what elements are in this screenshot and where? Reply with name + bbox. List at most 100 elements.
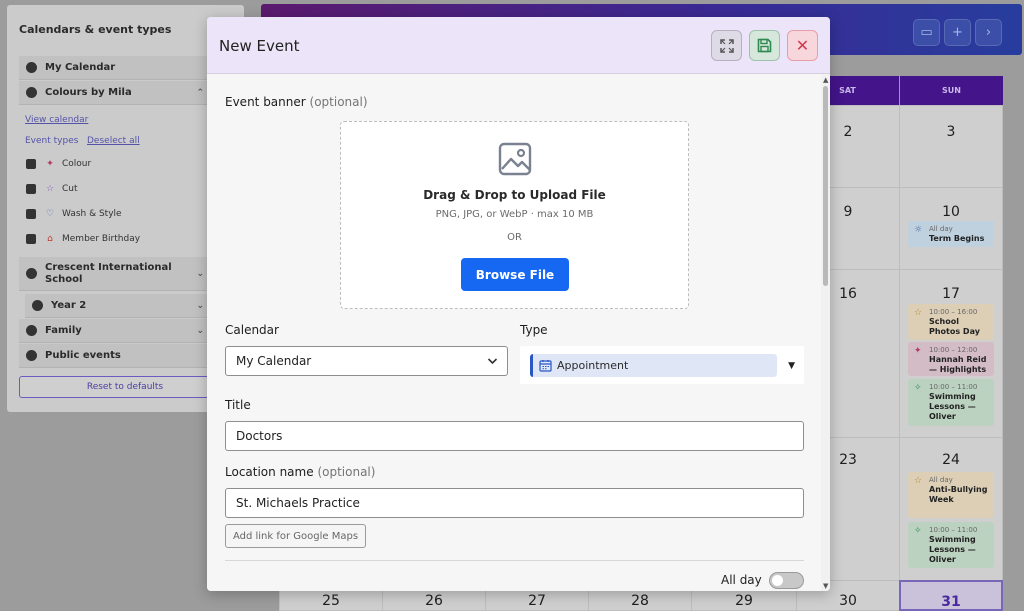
calendar-event[interactable]: ✧ 10:00 – 11:00 Swimming Lessons — Olive… [908,522,994,568]
or-separator: OR [507,232,522,243]
heart-icon: ♡ [45,209,55,219]
close-button[interactable]: ✕ [787,30,818,61]
event-type-label: Member Birthday [62,234,141,244]
sidebar-item-label: Crescent International School [45,261,172,285]
swim-icon: ✧ [914,383,922,393]
sidebar-item-year-2[interactable]: Year 2 ⌄ [25,294,212,318]
upload-hint: PNG, JPG, or WebP · max 10 MB [435,209,594,220]
check-circle-icon [26,350,37,361]
calendar-event[interactable]: ✧ 10:00 – 11:00 Swimming Lessons — Olive… [908,379,994,426]
sidebar-item-crescent-school[interactable]: Crescent International School ⌄ [19,257,212,291]
day-number: 24 [942,452,960,468]
event-type-wash-style[interactable]: ♡ Wash & Style [26,205,122,223]
checkbox[interactable] [26,159,36,169]
location-label: Location name (optional) [225,465,375,479]
calendar-event[interactable]: ☆ All day Anti-Bullying Week [908,472,994,518]
scroll-up-icon[interactable]: ▲ [823,76,828,84]
calendar-day-cell[interactable]: 24 ☆ All day Anti-Bullying Week ✧ 10:00 … [899,437,1003,581]
calendar-event[interactable]: ✦ 10:00 – 12:00 Hannah Reid — Highlights [908,342,994,376]
day-number: 26 [425,593,443,609]
label-text: Location name [225,465,314,479]
sidebar-item-label: Public events [45,350,121,361]
save-button[interactable] [749,30,780,61]
event-type-cut[interactable]: ☆ Cut [26,180,78,198]
day-number: 31 [941,594,961,610]
event-name: Anti-Bullying Week [929,485,988,504]
sparkle-icon: ✦ [46,159,54,169]
chevron-right-icon[interactable]: › [975,19,1002,46]
day-number: 30 [839,593,857,609]
day-number: 10 [942,204,960,220]
sidebar-item-family[interactable]: Family ⌄ [19,319,212,343]
event-name: School Photos Day [929,317,980,336]
expand-button[interactable] [711,30,742,61]
calendar-day-cell[interactable]: 17 ☆ 10:00 – 16:00 School Photos Day ✦ 1… [899,269,1003,438]
event-time: All day [929,225,953,233]
scrollbar[interactable]: ▲ ▼ [821,74,830,591]
file-dropzone[interactable]: Drag & Drop to Upload File PNG, JPG, or … [340,121,689,309]
scroll-down-icon[interactable]: ▼ [823,582,828,590]
calendar-select-value: My Calendar [236,354,312,368]
sidebar-item-public-events[interactable]: Public events [19,344,212,368]
check-circle-icon [26,62,37,73]
calendar-day-cell[interactable]: 10 ☼ All day Term Begins [899,187,1003,270]
sidebar-item-label: Family [45,325,82,336]
deselect-all-link[interactable]: Deselect all [87,136,140,146]
chevron-up-icon[interactable]: ⌃ [196,88,204,98]
title-label: Title [225,398,251,412]
chevron-down-icon[interactable]: ⌄ [196,326,204,336]
title-input[interactable]: Doctors [225,421,804,451]
calendar-select[interactable]: My Calendar [225,346,508,376]
type-label: Type [520,323,548,337]
divider [225,560,804,561]
event-time: 10:00 – 12:00 [929,346,978,354]
sun-icon: ☼ [914,225,923,235]
event-time: All day [929,476,953,484]
modal-header: New Event ✕ [207,17,830,74]
all-day-label: All day [721,573,762,587]
reset-defaults-button[interactable]: Reset to defaults [19,376,231,398]
optional-hint: (optional) [309,95,368,109]
label-text: Event banner [225,95,306,109]
add-maps-link-button[interactable]: Add link for Google Maps [225,524,366,548]
calendar-day-cell[interactable]: 3 [899,105,1003,188]
sidebar-item-label: My Calendar [45,62,116,73]
event-time: 10:00 – 11:00 [929,383,978,391]
checkbox[interactable] [26,209,36,219]
browse-file-button[interactable]: Browse File [461,258,569,291]
add-icon[interactable]: + [944,19,971,46]
modal-body: ▲ ▼ Event banner (optional) Drag & Drop … [207,74,830,591]
checkbox[interactable] [26,234,36,244]
event-type-colour[interactable]: ✦ Colour [26,155,91,173]
day-number: 29 [735,593,753,609]
event-type-member-birthday[interactable]: ⌂ Member Birthday [26,230,140,248]
chevron-down-icon[interactable]: ⌄ [196,301,204,311]
chevron-down-icon[interactable]: ⌄ [196,269,204,279]
view-toggle-icon[interactable]: ▭ [913,19,940,46]
toggle-knob [772,575,783,586]
location-input[interactable]: St. Michaels Practice [225,488,804,518]
check-circle-icon [26,325,37,336]
calendar-day-cell-today[interactable]: 31 [899,580,1003,611]
sidebar-item-my-calendar[interactable]: My Calendar [19,56,212,80]
checkbox[interactable] [26,184,36,194]
calendar-event[interactable]: ☼ All day Term Begins [908,221,994,247]
day-number: 28 [631,593,649,609]
type-chip: Appointment [530,354,777,377]
scrollbar-thumb[interactable] [823,86,828,286]
event-time: 10:00 – 16:00 [929,308,978,316]
sidebar-item-colours-by-mila[interactable]: Colours by Mila ⌃ [19,81,212,105]
optional-hint: (optional) [317,465,376,479]
sparkle-icon: ✦ [914,346,922,356]
calendar-event[interactable]: ☆ 10:00 – 16:00 School Photos Day [908,304,994,340]
new-event-modal: New Event ✕ ▲ ▼ Event banner (optional) … [207,17,830,591]
type-select[interactable]: Appointment ▼ [520,346,804,384]
view-calendar-link[interactable]: View calendar [25,115,88,125]
event-banner-label: Event banner (optional) [225,95,368,109]
check-circle-icon [32,300,43,311]
sidebar-item-label: Colours by Mila [45,87,132,98]
sidebar-item-label: Year 2 [51,300,87,311]
image-icon [498,142,532,176]
dropdown-arrow-icon[interactable]: ▼ [788,361,795,371]
all-day-toggle[interactable] [769,572,804,589]
